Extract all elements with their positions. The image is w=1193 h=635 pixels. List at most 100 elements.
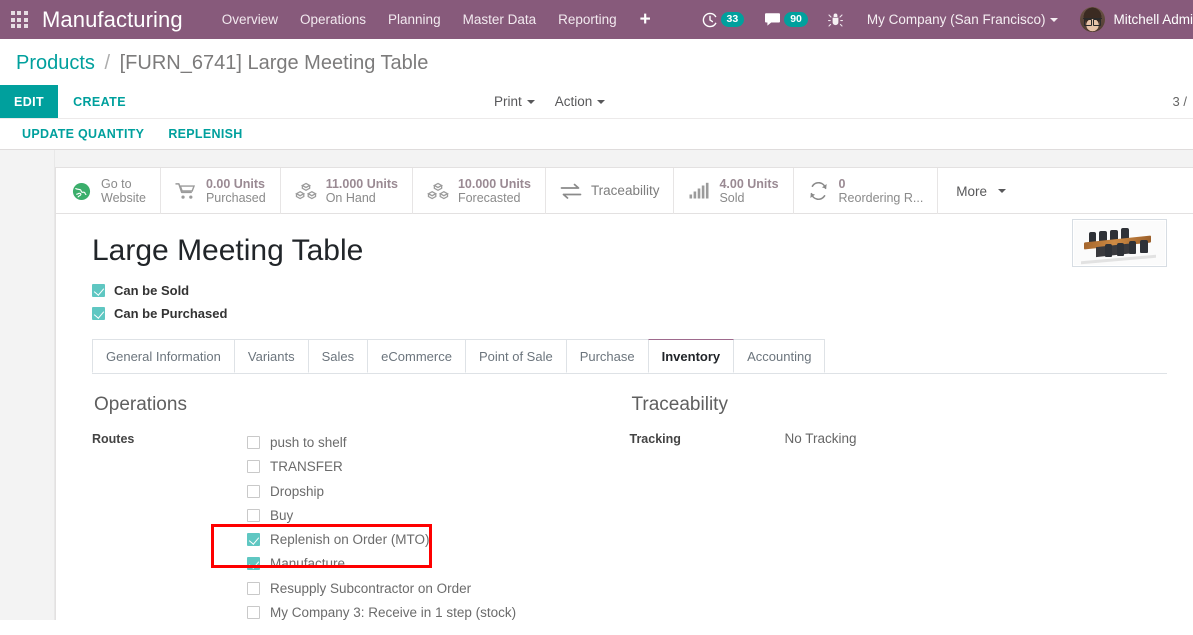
route-my-company-3-receive-in-1-step[interactable]: My Company 3: Receive in 1 step (stock)	[247, 600, 516, 620]
stat-button-box: Go to Website 0.00 Units Purchased 11.00…	[56, 168, 1193, 214]
page-title: Large Meeting Table	[92, 234, 364, 267]
stat-value: 0	[838, 176, 846, 191]
boxes-icon	[294, 182, 317, 201]
route-buy[interactable]: Buy	[247, 503, 516, 527]
route-transfer[interactable]: TRANSFER	[247, 455, 516, 479]
stat-button-go-to-website[interactable]: Go to Website	[56, 168, 161, 214]
menu-overview[interactable]: Overview	[211, 0, 289, 39]
stat-label-line1: Go to	[101, 176, 132, 191]
activities-menu[interactable]: 33	[696, 11, 751, 28]
globe-icon	[70, 182, 92, 201]
exchange-icon	[560, 183, 582, 199]
print-dropdown[interactable]: Print	[484, 94, 545, 109]
route-label[interactable]: Dropship	[270, 484, 324, 499]
tab-sales[interactable]: Sales	[307, 338, 369, 373]
product-thumbnail-conference-table	[1074, 221, 1165, 265]
stat-label-line1: Sold	[719, 191, 745, 205]
create-button[interactable]: CREATE	[58, 85, 141, 118]
debug-menu[interactable]	[822, 12, 849, 28]
record-pager[interactable]: 3 /	[1173, 85, 1187, 118]
route-label[interactable]: Manufacture	[270, 556, 345, 571]
stat-label-line1: Reordering R...	[838, 191, 924, 205]
menu-operations[interactable]: Operations	[289, 0, 377, 39]
route-checkbox[interactable]	[247, 484, 260, 498]
route-checkbox[interactable]	[247, 435, 260, 449]
route-checkbox[interactable]	[247, 508, 260, 522]
can-be-purchased-label[interactable]: Can be Purchased	[114, 306, 227, 321]
tab-general-information[interactable]: General Information	[92, 338, 235, 373]
inventory-tab-page: Operations Routes push to shelf TRANSFER…	[92, 374, 1167, 621]
bug-icon	[827, 12, 843, 28]
avatar	[1080, 7, 1106, 32]
flag-can-be-sold[interactable]: Can be Sold	[92, 283, 1167, 298]
comment-icon	[764, 12, 781, 27]
tracking-value[interactable]: No Tracking	[785, 430, 857, 446]
flag-can-be-purchased[interactable]: Can be Purchased	[92, 306, 1167, 321]
stat-label-block: 11.000 Units On Hand	[326, 177, 398, 206]
stat-button-forecasted[interactable]: 10.000 Units Forecasted	[413, 168, 546, 214]
company-selector[interactable]: My Company (San Francisco)	[853, 0, 1067, 39]
can-be-sold-label[interactable]: Can be Sold	[114, 283, 189, 298]
apps-grid-glyph	[10, 11, 28, 28]
route-push-to-shelf[interactable]: push to shelf	[247, 430, 516, 454]
route-label[interactable]: Replenish on Order (MTO)	[270, 532, 430, 547]
tab-accounting[interactable]: Accounting	[733, 338, 826, 373]
content-area: Go to Website 0.00 Units Purchased 11.00…	[0, 150, 1193, 620]
route-label[interactable]: Buy	[270, 508, 293, 523]
update-quantity-button[interactable]: UPDATE QUANTITY	[10, 119, 156, 150]
tab-ecommerce[interactable]: eCommerce	[367, 338, 466, 373]
messages-count: 90	[784, 11, 808, 28]
stat-label-line1: Traceability	[590, 182, 660, 198]
stat-value: 0.00 Units	[205, 176, 265, 191]
replenish-button[interactable]: REPLENISH	[156, 119, 254, 150]
stat-value: 11.000 Units	[325, 176, 398, 191]
more-label: More	[956, 183, 988, 199]
clock-icon	[702, 12, 718, 28]
operations-title: Operations	[94, 393, 187, 415]
product-thumbnail[interactable]	[1072, 219, 1167, 267]
can-be-purchased-checkbox[interactable]	[92, 306, 105, 320]
stat-button-sold[interactable]: 4.00 Units Sold	[674, 168, 794, 214]
refresh-icon	[808, 181, 830, 201]
route-checkbox[interactable]	[247, 557, 260, 571]
add-menu-button[interactable]: +	[628, 0, 663, 39]
menu-planning[interactable]: Planning	[377, 0, 452, 39]
route-label[interactable]: push to shelf	[270, 435, 347, 450]
stat-label-block: 0 Reordering R...	[839, 177, 924, 206]
messages-menu[interactable]: 90	[758, 11, 814, 28]
action-dropdown[interactable]: Action	[545, 94, 616, 109]
breadcrumb-item-products[interactable]: Products	[16, 52, 95, 74]
tab-purchase[interactable]: Purchase	[565, 338, 649, 373]
route-checkbox[interactable]	[247, 460, 260, 474]
stat-label-block: 0.00 Units Purchased	[206, 177, 266, 206]
stat-button-reordering-rules[interactable]: 0 Reordering R...	[794, 168, 939, 214]
stat-button-on-hand[interactable]: 11.000 Units On Hand	[281, 168, 413, 214]
stat-button-traceability[interactable]: Traceability	[546, 168, 675, 214]
user-menu[interactable]: Mitchell Admi	[1066, 7, 1193, 32]
route-replenish-on-order-mto[interactable]: Replenish on Order (MTO)	[247, 527, 516, 551]
tab-variants[interactable]: Variants	[233, 338, 309, 373]
stat-value: 4.00 Units	[719, 176, 779, 191]
tab-point-of-sale[interactable]: Point of Sale	[464, 338, 567, 373]
route-resupply-subcontractor-on-order[interactable]: Resupply Subcontractor on Order	[247, 576, 516, 600]
tab-inventory[interactable]: Inventory	[647, 338, 735, 373]
route-label[interactable]: Resupply Subcontractor on Order	[270, 581, 471, 596]
menu-master-data[interactable]: Master Data	[452, 0, 548, 39]
notebook-tabs: General Information Variants Sales eComm…	[92, 338, 1167, 374]
route-label[interactable]: TRANSFER	[270, 459, 343, 474]
stat-label-line1: Purchased	[205, 191, 266, 205]
route-checkbox[interactable]	[247, 581, 260, 595]
apps-grid-icon[interactable]	[0, 0, 38, 39]
route-dropship[interactable]: Dropship	[247, 479, 516, 503]
app-brand-manufacturing[interactable]: Manufacturing	[38, 7, 193, 33]
route-checkbox[interactable]	[247, 606, 260, 620]
stat-button-purchased[interactable]: 0.00 Units Purchased	[161, 168, 281, 214]
edit-button[interactable]: EDIT	[0, 85, 59, 118]
menu-reporting[interactable]: Reporting	[547, 0, 628, 39]
route-manufacture[interactable]: Manufacture	[247, 552, 516, 576]
route-label[interactable]: My Company 3: Receive in 1 step (stock)	[270, 605, 516, 620]
can-be-sold-checkbox[interactable]	[92, 283, 105, 297]
route-checkbox[interactable]	[247, 533, 260, 547]
more-stat-buttons-dropdown[interactable]: More	[938, 168, 1024, 214]
systray: 33 90 My Company (San Francisco) Mitchel…	[692, 0, 1193, 39]
